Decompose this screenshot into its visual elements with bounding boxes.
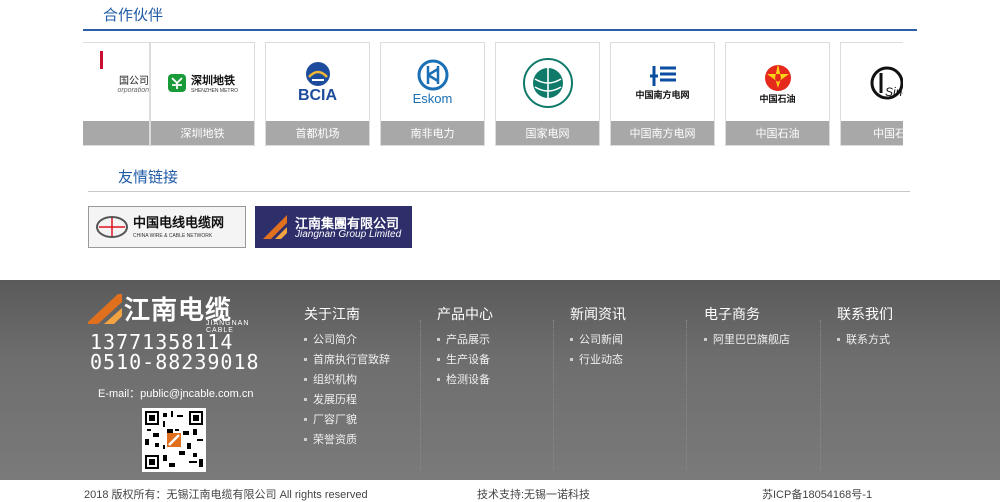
partner-card[interactable]: 国家电网 bbox=[495, 42, 600, 146]
partner-logo-sub: orporation bbox=[117, 86, 149, 94]
shenzhen-metro-icon bbox=[168, 73, 187, 92]
partner-card[interactable]: 国公司 orporation 团 bbox=[83, 42, 150, 146]
partner-logo-text: 中国石油 bbox=[759, 94, 796, 104]
phone-landline: 0510-88239018 bbox=[90, 350, 260, 374]
partner-card[interactable]: 中国石油 中国石油 bbox=[725, 42, 830, 146]
partner-label: 首都机场 bbox=[266, 121, 369, 145]
cable-network-name: 中国电线电缆网 bbox=[133, 215, 225, 230]
footer-email[interactable]: E-mail：public@jncable.com.cn bbox=[98, 385, 253, 401]
nav-item-product-display[interactable]: 产品展示 bbox=[437, 330, 493, 350]
partners-heading: 合作伙伴 bbox=[103, 7, 164, 24]
nav-item-history[interactable]: 发展历程 bbox=[304, 390, 390, 410]
partner-card[interactable]: 深圳地铁 SHENZHEN METRO 深圳地铁 bbox=[150, 42, 255, 146]
nav-item-alibaba-store[interactable]: 阿里巴巴旗舰店 bbox=[704, 330, 790, 350]
partner-logo-text: 国公司 bbox=[119, 75, 149, 87]
eskom-emblem-icon bbox=[417, 59, 448, 91]
nav-heading-ecommerce[interactable]: 电子商务 bbox=[704, 304, 790, 324]
partner-logo bbox=[496, 43, 599, 122]
partner-logo-text: Eskom bbox=[412, 91, 453, 106]
nav-item-ceo-message[interactable]: 首席执行官致辞 bbox=[304, 350, 390, 370]
partner-label: 南非电力 bbox=[381, 121, 484, 145]
partner-logo-text: 深圳地铁 bbox=[191, 74, 236, 87]
cable-network-sub: CHINA WIRE & CABLE NETWORK bbox=[133, 233, 213, 239]
nav-divider bbox=[553, 320, 554, 470]
partner-card[interactable]: 中国南方电网 中国南方电网 bbox=[610, 42, 715, 146]
state-grid-emblem-icon bbox=[522, 57, 573, 108]
partner-label: 团 bbox=[83, 121, 149, 145]
footer-nav-news: 新闻资讯 公司新闻 行业动态 bbox=[570, 304, 626, 370]
nav-heading-news[interactable]: 新闻资讯 bbox=[570, 304, 626, 324]
copyright-text: 2018 版权所有：无锡江南电缆有限公司 All rights reserved bbox=[84, 489, 368, 501]
friend-links-heading: 友情链接 bbox=[118, 169, 179, 186]
link-china-cable-network[interactable]: 中国电线电缆网 CHINA WIRE & CABLE NETWORK bbox=[88, 206, 246, 248]
cable-network-icon bbox=[96, 216, 128, 238]
footer-nav-contact: 联系我们 联系方式 bbox=[837, 304, 893, 350]
brand-mark-icon bbox=[88, 294, 122, 324]
partner-label: 中国石 bbox=[841, 121, 903, 145]
nav-heading-products[interactable]: 产品中心 bbox=[437, 304, 493, 324]
nav-item-contact-info[interactable]: 联系方式 bbox=[837, 330, 893, 350]
logo-mark bbox=[100, 51, 103, 69]
partner-logo-text: Sinop bbox=[885, 84, 903, 99]
partner-logo-text: BCIA bbox=[297, 86, 338, 104]
partner-label: 中国石油 bbox=[726, 121, 829, 145]
qr-code-icon bbox=[145, 411, 203, 469]
jiangnan-group-icon bbox=[263, 215, 287, 239]
tech-support-link[interactable]: 技术支持:无锡一诺科技 bbox=[477, 486, 590, 502]
partner-logo-text: 中国南方电网 bbox=[635, 90, 690, 100]
link-jiangnan-group[interactable]: 江南集團有限公司 Jiangnan Group Limited bbox=[255, 206, 412, 248]
partner-card[interactable]: BCIA 首都机场 bbox=[265, 42, 370, 146]
partner-logo: 中国石油 bbox=[726, 43, 829, 122]
csg-emblem-icon bbox=[649, 66, 676, 86]
nav-divider bbox=[686, 320, 687, 470]
nav-item-organization[interactable]: 组织机构 bbox=[304, 370, 390, 390]
nav-item-honors[interactable]: 荣誉资质 bbox=[304, 430, 390, 450]
partner-logo: Sinop bbox=[841, 43, 903, 122]
partner-card[interactable]: Sinop 中国石 bbox=[840, 42, 903, 146]
footer-nav-ecommerce: 电子商务 阿里巴巴旗舰店 bbox=[704, 304, 790, 350]
partners-carousel[interactable]: 国公司 orporation 团 深圳地铁 SHENZHEN METRO 深圳地… bbox=[83, 42, 903, 146]
partner-card[interactable]: Eskom 南非电力 bbox=[380, 42, 485, 146]
footer-nav-products: 产品中心 产品展示 生产设备 检测设备 bbox=[437, 304, 493, 390]
partner-label: 深圳地铁 bbox=[151, 121, 254, 145]
qr-code bbox=[142, 408, 206, 472]
partner-label: 中国南方电网 bbox=[611, 121, 714, 145]
partner-logo-sub: SHENZHEN METRO bbox=[191, 87, 238, 94]
nav-item-production-equipment[interactable]: 生产设备 bbox=[437, 350, 493, 370]
jiangnan-group-sub: Jiangnan Group Limited bbox=[295, 229, 402, 240]
partner-logo: BCIA bbox=[266, 43, 369, 122]
nav-heading-about[interactable]: 关于江南 bbox=[304, 304, 390, 324]
bottom-bar: 2018 版权所有：无锡江南电缆有限公司 All rights reserved… bbox=[0, 480, 1000, 502]
icp-license-link[interactable]: 苏ICP备18054168号-1 bbox=[762, 486, 872, 502]
nav-item-company-profile[interactable]: 公司简介 bbox=[304, 330, 390, 350]
footer-brand-logo: 江南电缆 JIANGNAN CABLE bbox=[88, 292, 248, 334]
site-footer: 江南电缆 JIANGNAN CABLE 13771358114 0510-882… bbox=[0, 280, 1000, 480]
partner-logo: Eskom bbox=[381, 43, 484, 122]
nav-divider bbox=[820, 320, 821, 470]
friend-links-divider bbox=[88, 191, 910, 192]
footer-nav-about: 关于江南 公司简介 首席执行官致辞 组织机构 发展历程 厂容厂貌 荣誉资质 bbox=[304, 304, 390, 450]
partners-divider bbox=[83, 29, 917, 31]
nav-item-industry-news[interactable]: 行业动态 bbox=[570, 350, 626, 370]
bcia-emblem-icon bbox=[305, 61, 330, 86]
partner-logo: 深圳地铁 SHENZHEN METRO bbox=[151, 43, 254, 122]
partner-label: 国家电网 bbox=[496, 121, 599, 145]
nav-divider bbox=[420, 320, 421, 470]
nav-item-testing-equipment[interactable]: 检测设备 bbox=[437, 370, 493, 390]
petrochina-emblem-icon bbox=[764, 64, 791, 91]
nav-item-company-news[interactable]: 公司新闻 bbox=[570, 330, 626, 350]
nav-heading-contact[interactable]: 联系我们 bbox=[837, 304, 893, 324]
nav-item-factory[interactable]: 厂容厂貌 bbox=[304, 410, 390, 430]
partner-logo: 中国南方电网 bbox=[611, 43, 714, 122]
partner-logo: 国公司 orporation bbox=[83, 43, 149, 122]
